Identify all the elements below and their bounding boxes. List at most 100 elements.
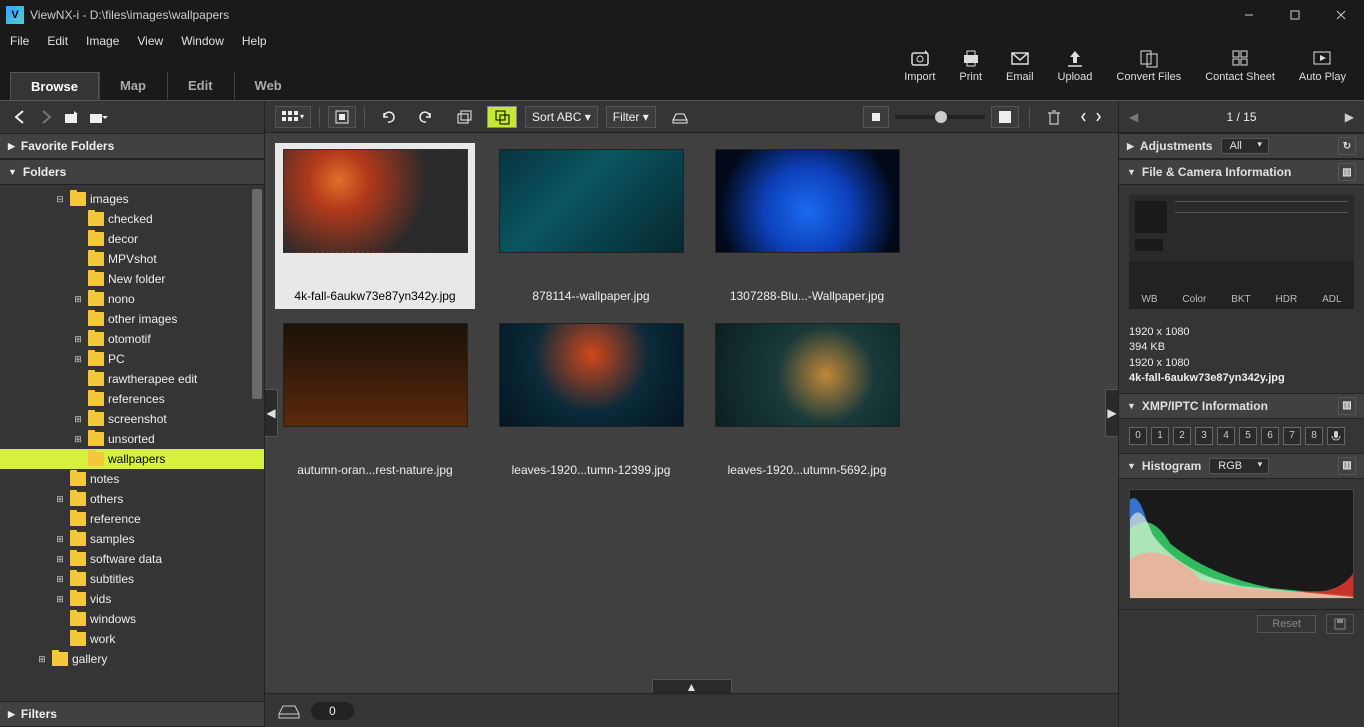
tab-edit[interactable]: Edit (167, 71, 234, 100)
expand-icon[interactable]: ⊞ (54, 534, 66, 545)
expand-icon[interactable]: ⊞ (54, 554, 66, 565)
reset-button[interactable]: Reset (1257, 615, 1316, 633)
tree-item[interactable]: ⊞otomotif (0, 329, 264, 349)
expand-icon[interactable]: ⊞ (72, 434, 84, 445)
overlay-button[interactable] (487, 106, 517, 128)
rating-button[interactable]: 4 (1217, 427, 1235, 445)
thumbnail-item[interactable]: leaves-1920...utumn-5692.jpg (707, 317, 907, 483)
rating-button[interactable]: 8 (1305, 427, 1323, 445)
right-collapse-handle[interactable]: ▶ (1105, 389, 1118, 437)
tree-item[interactable]: ⊞PC (0, 349, 264, 369)
rating-button[interactable]: 3 (1195, 427, 1213, 445)
autoplay-button[interactable]: Auto Play (1299, 47, 1346, 83)
favorites-header[interactable]: ▶Favorite Folders (0, 133, 264, 159)
thumbnail-item[interactable]: leaves-1920...tumn-12399.jpg (491, 317, 691, 483)
tab-map[interactable]: Map (99, 71, 167, 100)
zoom-large-button[interactable] (991, 106, 1019, 128)
tree-item[interactable]: ⊞unsorted (0, 429, 264, 449)
tree-item[interactable]: ⊞others (0, 489, 264, 509)
import-button[interactable]: Import (904, 47, 935, 83)
minimize-button[interactable] (1226, 0, 1272, 30)
tree-item[interactable]: ⊞software data (0, 549, 264, 569)
expand-icon[interactable]: ⊟ (54, 194, 66, 205)
histogram-mode-dropdown[interactable]: RGB (1209, 458, 1269, 474)
menu-window[interactable]: Window (181, 34, 224, 48)
thumbnail-item[interactable]: autumn-oran...rest-nature.jpg (275, 317, 475, 483)
tree-item[interactable]: decor (0, 229, 264, 249)
adjustments-header[interactable]: ▶ Adjustments All ↻ (1119, 133, 1364, 159)
nav-forward-button[interactable] (36, 107, 56, 127)
expand-icon[interactable]: ⊞ (72, 414, 84, 425)
tree-item[interactable]: MPVshot (0, 249, 264, 269)
folders-header[interactable]: ▼Folders (0, 159, 264, 185)
tree-item[interactable]: windows (0, 609, 264, 629)
tray-open-button[interactable] (664, 106, 696, 128)
expand-icon[interactable]: ⊞ (54, 494, 66, 505)
nav-back-button[interactable] (10, 107, 30, 127)
delete-button[interactable] (1040, 106, 1068, 128)
zoom-small-button[interactable] (863, 106, 889, 128)
tree-item[interactable]: wallpapers (0, 449, 264, 469)
tree-item[interactable]: ⊞subtitles (0, 569, 264, 589)
expand-icon[interactable]: ⊞ (54, 594, 66, 605)
tree-item[interactable]: other images (0, 309, 264, 329)
next-image-button[interactable]: ▶ (1345, 110, 1354, 124)
nav-favorite-dropdown[interactable] (88, 107, 108, 127)
tray-icon[interactable] (277, 702, 301, 720)
camera-info-header[interactable]: ▼ File & Camera Information ▥ (1119, 159, 1364, 185)
upload-button[interactable]: Upload (1058, 47, 1093, 83)
stack-button[interactable] (449, 106, 479, 128)
rating-button[interactable]: 1 (1151, 427, 1169, 445)
adjustments-refresh-icon[interactable]: ↻ (1338, 137, 1356, 155)
tree-item[interactable]: ⊞screenshot (0, 409, 264, 429)
rating-button[interactable]: 7 (1283, 427, 1301, 445)
histogram-expand-icon[interactable]: ▥ (1338, 457, 1356, 475)
tree-item[interactable]: reference (0, 509, 264, 529)
select-button[interactable] (328, 106, 356, 128)
histogram-header[interactable]: ▼ Histogram RGB ▥ (1119, 453, 1364, 479)
prev-image-button[interactable]: ◀ (1129, 110, 1138, 124)
voice-tag-icon[interactable] (1327, 427, 1345, 445)
contact-sheet-button[interactable]: Contact Sheet (1205, 47, 1275, 83)
convert-button[interactable]: Convert Files (1116, 47, 1181, 83)
adjustments-mode-dropdown[interactable]: All (1221, 138, 1269, 154)
rating-button[interactable]: 5 (1239, 427, 1257, 445)
rating-button[interactable]: 0 (1129, 427, 1147, 445)
expand-icon[interactable]: ⊞ (72, 334, 84, 345)
print-button[interactable]: Print (959, 47, 982, 83)
expand-icon[interactable]: ⊞ (54, 574, 66, 585)
expand-icon[interactable]: ⊞ (72, 294, 84, 305)
rotate-ccw-button[interactable] (373, 106, 403, 128)
xmp-expand-icon[interactable]: ▥ (1338, 397, 1356, 415)
expand-button[interactable] (1074, 106, 1108, 128)
tree-item[interactable]: ⊞samples (0, 529, 264, 549)
menu-help[interactable]: Help (242, 34, 267, 48)
tree-item[interactable]: checked (0, 209, 264, 229)
xmp-header[interactable]: ▼ XMP/IPTC Information ▥ (1119, 393, 1364, 419)
menu-file[interactable]: File (10, 34, 29, 48)
tree-scrollbar[interactable] (252, 189, 262, 399)
view-grid-button[interactable]: ▾ (275, 106, 311, 128)
thumbnail-item[interactable]: 878114--wallpaper.jpg (491, 143, 691, 309)
camera-expand-icon[interactable]: ▥ (1338, 163, 1356, 181)
email-button[interactable]: Email (1006, 47, 1034, 83)
tree-item[interactable]: ⊞vids (0, 589, 264, 609)
left-collapse-handle[interactable]: ◀ (265, 389, 278, 437)
sort-dropdown[interactable]: Sort ABC ▾ (525, 106, 598, 128)
filters-header[interactable]: ▶Filters (0, 701, 264, 727)
filter-dropdown[interactable]: Filter ▾ (606, 106, 656, 128)
nav-up-button[interactable] (62, 107, 82, 127)
expand-icon[interactable]: ⊞ (36, 654, 48, 665)
rating-button[interactable]: 2 (1173, 427, 1191, 445)
zoom-slider[interactable] (895, 115, 985, 119)
thumbnail-item[interactable]: 1307288-Blu...-Wallpaper.jpg (707, 143, 907, 309)
rating-button[interactable]: 6 (1261, 427, 1279, 445)
bottom-drawer-handle[interactable]: ▲ (652, 679, 732, 693)
tree-item[interactable]: ⊞nono (0, 289, 264, 309)
maximize-button[interactable] (1272, 0, 1318, 30)
tree-item[interactable]: references (0, 389, 264, 409)
close-button[interactable] (1318, 0, 1364, 30)
tree-item[interactable]: rawtherapee edit (0, 369, 264, 389)
tree-item[interactable]: work (0, 629, 264, 649)
save-button[interactable] (1326, 614, 1354, 634)
